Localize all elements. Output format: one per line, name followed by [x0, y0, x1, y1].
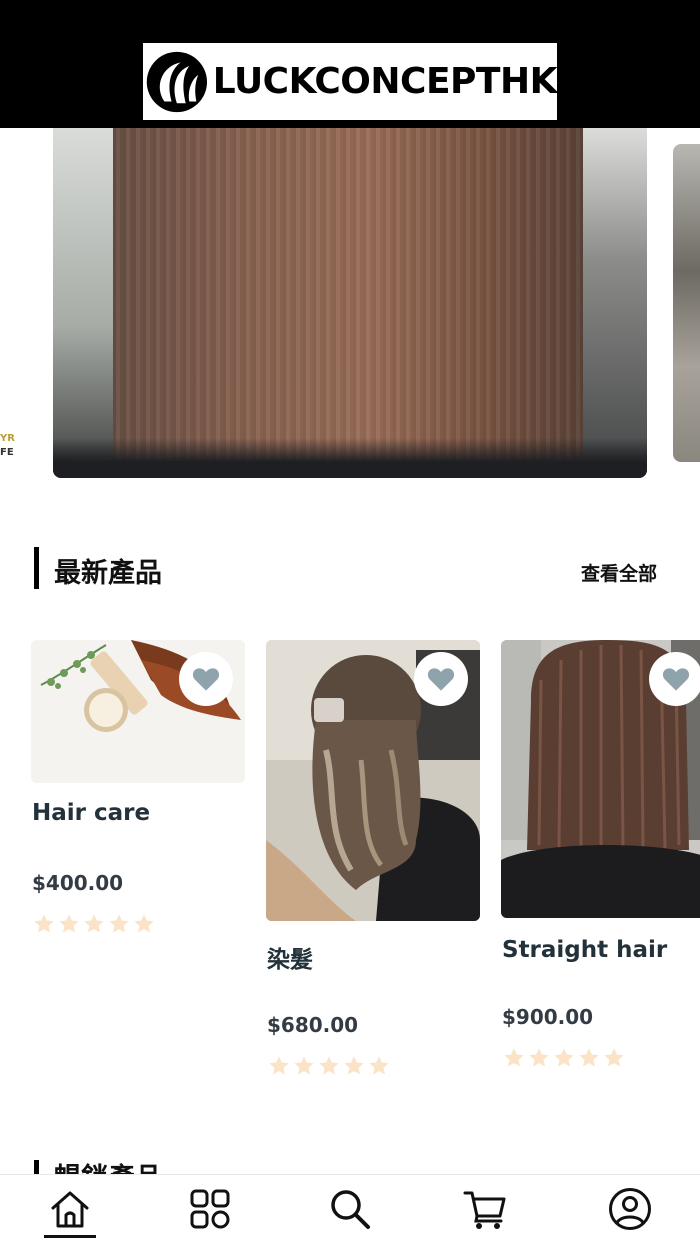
- section-title: 最新產品: [54, 558, 162, 589]
- rating-stars: [268, 1055, 390, 1077]
- star-icon: [269, 1056, 289, 1075]
- star-icon: [579, 1048, 599, 1067]
- section-accent-bar: [34, 547, 39, 589]
- logo-hair-icon: [146, 51, 208, 112]
- star-icon: [84, 914, 104, 933]
- banner-prev-text: YR FE: [0, 433, 15, 458]
- search-icon: [331, 1190, 370, 1229]
- user-icon: [609, 1188, 651, 1230]
- star-icon: [369, 1056, 389, 1075]
- new-products-header: 最新產品 查看全部: [34, 547, 664, 589]
- product-card[interactable]: Hair care $400.00: [31, 640, 245, 933]
- product-price: $900.00: [502, 1005, 594, 1029]
- star-icon: [604, 1048, 624, 1067]
- product-price: $400.00: [32, 871, 124, 895]
- star-icon: [134, 914, 154, 933]
- nav-search[interactable]: [328, 1187, 372, 1231]
- banner-slide-prev[interactable]: YR FE: [0, 128, 40, 478]
- star-icon: [554, 1048, 574, 1067]
- product-image[interactable]: [501, 640, 700, 918]
- rating-stars: [503, 1047, 625, 1069]
- star-icon: [294, 1056, 314, 1075]
- product-title[interactable]: Hair care: [32, 800, 150, 826]
- product-title[interactable]: 染髮: [267, 940, 313, 974]
- brand-logo[interactable]: LUCKCONCEPTHK: [143, 43, 558, 120]
- product-image[interactable]: [31, 640, 245, 783]
- categories-icon: [190, 1189, 230, 1229]
- nav-categories[interactable]: [188, 1187, 232, 1231]
- product-image[interactable]: [266, 640, 480, 921]
- star-icon: [529, 1048, 549, 1067]
- banner-slide-next[interactable]: [673, 144, 700, 462]
- favorite-button[interactable]: [414, 652, 468, 706]
- home-icon: [51, 1191, 89, 1228]
- banner-photo-cape: [53, 438, 647, 478]
- view-all-link[interactable]: 查看全部: [581, 559, 657, 586]
- nav-cart[interactable]: [463, 1187, 507, 1231]
- product-card[interactable]: 染髮 $680.00: [266, 640, 480, 1075]
- star-icon: [34, 914, 54, 933]
- nav-home[interactable]: [44, 1187, 96, 1238]
- bottom-nav: [0, 1174, 700, 1244]
- product-title[interactable]: Straight hair: [502, 937, 667, 963]
- banner-slide-current[interactable]: [53, 128, 647, 478]
- brand-name: LUCKCONCEPTHK: [212, 61, 558, 102]
- heart-icon: [427, 668, 455, 691]
- rating-stars: [33, 913, 155, 935]
- star-icon: [319, 1056, 339, 1075]
- star-icon: [344, 1056, 364, 1075]
- favorite-button[interactable]: [649, 652, 700, 706]
- banner-hair-photo: [113, 128, 583, 478]
- nav-account[interactable]: [608, 1187, 652, 1231]
- heart-icon: [662, 668, 690, 691]
- star-icon: [109, 914, 129, 933]
- product-price: $680.00: [267, 1013, 359, 1037]
- banner-photo-bg-left: [53, 128, 113, 458]
- heart-icon: [192, 668, 220, 691]
- star-icon: [59, 914, 79, 933]
- star-icon: [504, 1048, 524, 1067]
- app-header: LUCKCONCEPTHK: [0, 0, 700, 128]
- favorite-button[interactable]: [179, 652, 233, 706]
- product-card[interactable]: Straight hair $900.00: [501, 640, 700, 1067]
- cart-icon: [463, 1191, 506, 1229]
